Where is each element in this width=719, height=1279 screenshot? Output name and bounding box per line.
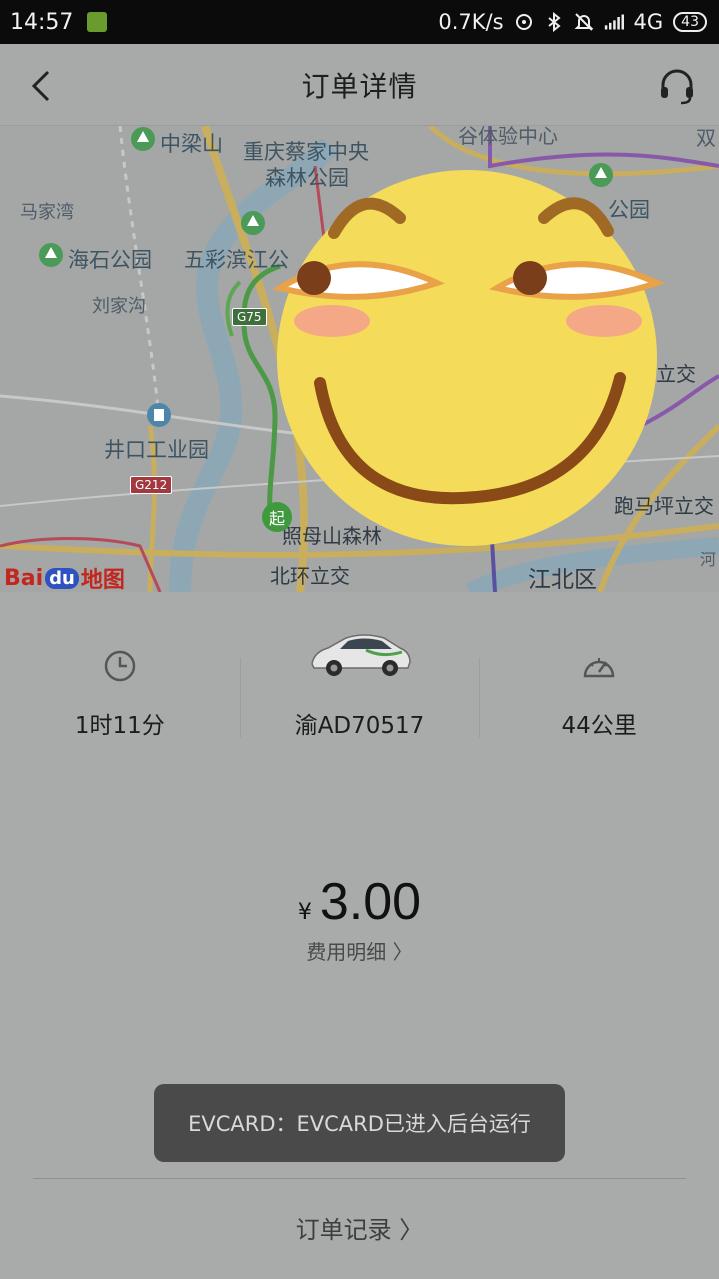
back-arrow-icon[interactable] xyxy=(22,66,62,106)
map-label: 井口工业园 xyxy=(104,438,209,462)
fee-detail-link[interactable]: 费用明细 〉 xyxy=(0,936,719,965)
baidu-logo-ditu: 地图 xyxy=(80,568,125,592)
highway-shield: G212 xyxy=(130,476,173,494)
baidu-map-logo: Bai du 地图 xyxy=(4,562,125,593)
mute-bell-icon xyxy=(574,13,593,31)
currency-symbol: ¥ xyxy=(297,900,312,925)
map-label: 江北区 xyxy=(528,567,597,592)
battery-level: 43 xyxy=(681,14,699,30)
park-icon xyxy=(39,243,63,267)
toast-message: EVCARD：EVCARD已进入后台运行 xyxy=(154,1084,565,1162)
map-label: 马家湾 xyxy=(20,202,74,223)
distance-stat: 44公里 xyxy=(479,592,719,762)
trip-stats: 1时11分 渝AD70517 44公里 xyxy=(0,592,719,762)
bluetooth-icon xyxy=(547,12,561,32)
toast-text: EVCARD：EVCARD已进入后台运行 xyxy=(188,1112,531,1136)
hotspot-icon xyxy=(515,14,532,30)
vehicle-stat: 渝AD70517 xyxy=(239,592,480,762)
trip-duration: 1时11分 xyxy=(74,713,165,739)
baidu-logo-du: du xyxy=(45,567,79,589)
map-label: 海石公园 xyxy=(68,248,152,272)
page-title: 订单详情 xyxy=(301,69,418,103)
map-label: 刘家沟 xyxy=(92,296,146,317)
car-image xyxy=(310,634,411,676)
baidu-logo-text: Bai xyxy=(4,565,44,591)
page-header: 订单详情 xyxy=(0,44,719,126)
duration-stat: 1时11分 xyxy=(0,592,240,762)
license-plate: 渝AD70517 xyxy=(294,713,425,739)
park-icon xyxy=(131,127,155,151)
price-amount: 3.00 xyxy=(319,873,422,931)
map-label: 北环立交 xyxy=(270,564,350,588)
status-bar: 14:57 0.7K/s 4G 43 xyxy=(0,0,719,44)
clock-icon xyxy=(104,650,136,682)
map-label: 双 xyxy=(696,126,716,150)
order-price: ¥ 3.00 xyxy=(0,872,719,932)
divider xyxy=(33,1178,686,1179)
speedometer-icon xyxy=(583,658,615,678)
order-record-link[interactable]: 订单记录 〉 xyxy=(0,1210,719,1245)
network-type: 4G xyxy=(633,10,664,34)
battery-icon: 43 xyxy=(673,12,707,32)
customer-service-headset-icon[interactable] xyxy=(657,66,697,106)
signal-icon xyxy=(604,14,624,30)
map-label: 中梁山 xyxy=(160,132,223,156)
trip-distance: 44公里 xyxy=(561,713,637,739)
smirk-emoji-sticker xyxy=(272,170,666,546)
map-label: 河 xyxy=(700,550,717,569)
industrial-park-icon xyxy=(147,403,171,427)
map-label: 谷体验中心 xyxy=(458,126,558,148)
app-notification-icon xyxy=(87,12,108,32)
network-speed: 0.7K/s xyxy=(438,10,504,34)
status-time: 14:57 xyxy=(10,9,74,35)
